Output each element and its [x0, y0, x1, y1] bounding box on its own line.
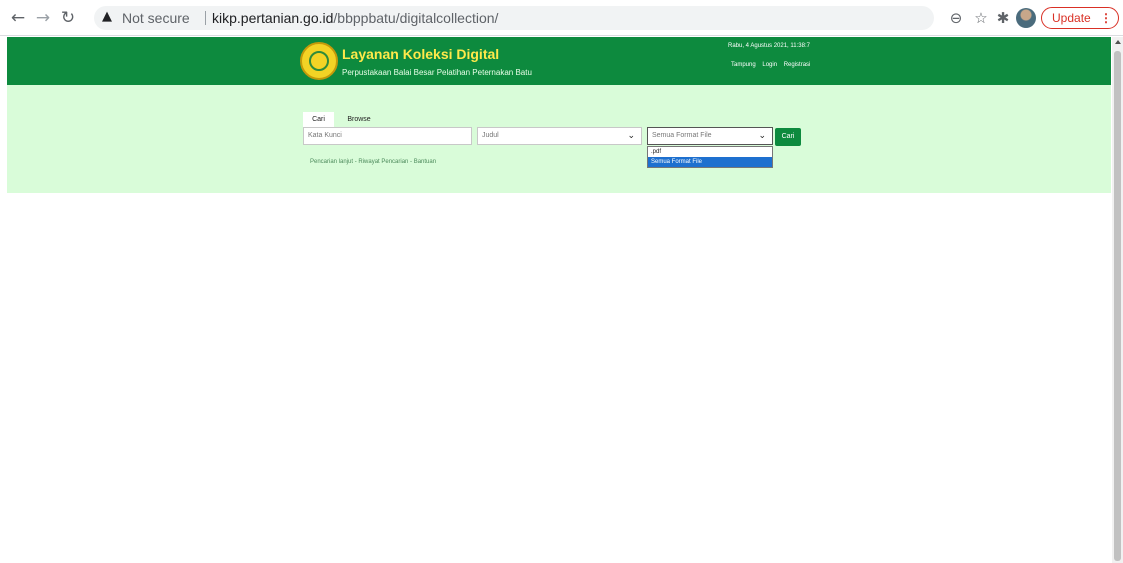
security-label[interactable]: Not secure — [122, 10, 190, 26]
date-time: Rabu, 4 Agustus 2021, 11:38:7 — [728, 43, 810, 49]
update-button[interactable]: Update ⋮ — [1041, 7, 1119, 29]
scroll-thumb[interactable] — [1114, 51, 1121, 561]
page-scrollbar[interactable] — [1112, 37, 1123, 563]
format-select-value: Semua Format File — [652, 132, 712, 139]
tab-browse[interactable]: Browse — [341, 112, 377, 128]
top-links: Tampung Login Registrasi — [731, 62, 815, 68]
extensions-icon[interactable]: ✱ — [993, 8, 1013, 28]
site-subtitle: Perpustakaan Balai Besar Pelatihan Peter… — [342, 68, 532, 77]
update-label: Update — [1052, 11, 1091, 25]
chevron-down-icon: ⌄ — [758, 131, 766, 141]
profile-avatar[interactable] — [1016, 8, 1036, 28]
search-button[interactable]: Cari — [775, 128, 801, 146]
link-tampung[interactable]: Tampung — [731, 62, 756, 68]
url-text[interactable]: kikp.pertanian.go.id/bbppbatu/digitalcol… — [212, 10, 498, 26]
forward-icon[interactable]: → — [33, 8, 53, 28]
link-registrasi[interactable]: Registrasi — [784, 62, 811, 68]
back-icon[interactable]: ← — [8, 8, 28, 28]
star-icon[interactable]: ☆ — [971, 8, 991, 28]
browser-toolbar: ← → ↻ ▲ Not secure kikp.pertanian.go.id/… — [0, 0, 1123, 36]
format-select[interactable]: Semua Format File ⌄ — [647, 127, 773, 145]
search-sub-links[interactable]: Pencarian lanjut - Riwayat Pencarian - B… — [310, 159, 436, 165]
keyword-input[interactable]: Kata Kunci — [303, 127, 472, 145]
tab-cari[interactable]: Cari — [303, 112, 334, 128]
site-title[interactable]: Layanan Koleksi Digital — [342, 46, 499, 62]
logo-emblem — [309, 51, 329, 71]
site-header: Layanan Koleksi Digital Perpustakaan Bal… — [7, 37, 1111, 85]
url-path: /bbppbatu/digitalcollection/ — [333, 10, 499, 26]
url-host: kikp.pertanian.go.id — [212, 10, 334, 26]
search-panel: Cari Browse Kata Kunci Judul ⌄ Semua For… — [7, 85, 1111, 193]
format-option-all[interactable]: Semua Format File — [648, 157, 772, 167]
format-option-pdf[interactable]: .pdf — [648, 147, 772, 157]
scroll-up-icon[interactable] — [1115, 40, 1121, 44]
omnibox-divider — [205, 11, 206, 25]
menu-icon[interactable]: ⋮ — [1100, 8, 1112, 28]
field-select-value: Judul — [482, 132, 499, 139]
chevron-down-icon: ⌄ — [627, 131, 635, 141]
zoom-icon[interactable]: ⊖ — [946, 8, 966, 28]
reload-icon[interactable]: ↻ — [58, 8, 78, 28]
keyword-placeholder: Kata Kunci — [308, 132, 342, 139]
link-login[interactable]: Login — [762, 62, 777, 68]
logo-icon[interactable] — [300, 42, 338, 80]
field-select[interactable]: Judul ⌄ — [477, 127, 642, 145]
warning-icon: ▲ — [102, 9, 112, 24]
address-bar[interactable]: ▲ Not secure kikp.pertanian.go.id/bbppba… — [94, 6, 934, 30]
format-dropdown-list: .pdf Semua Format File — [647, 146, 773, 168]
